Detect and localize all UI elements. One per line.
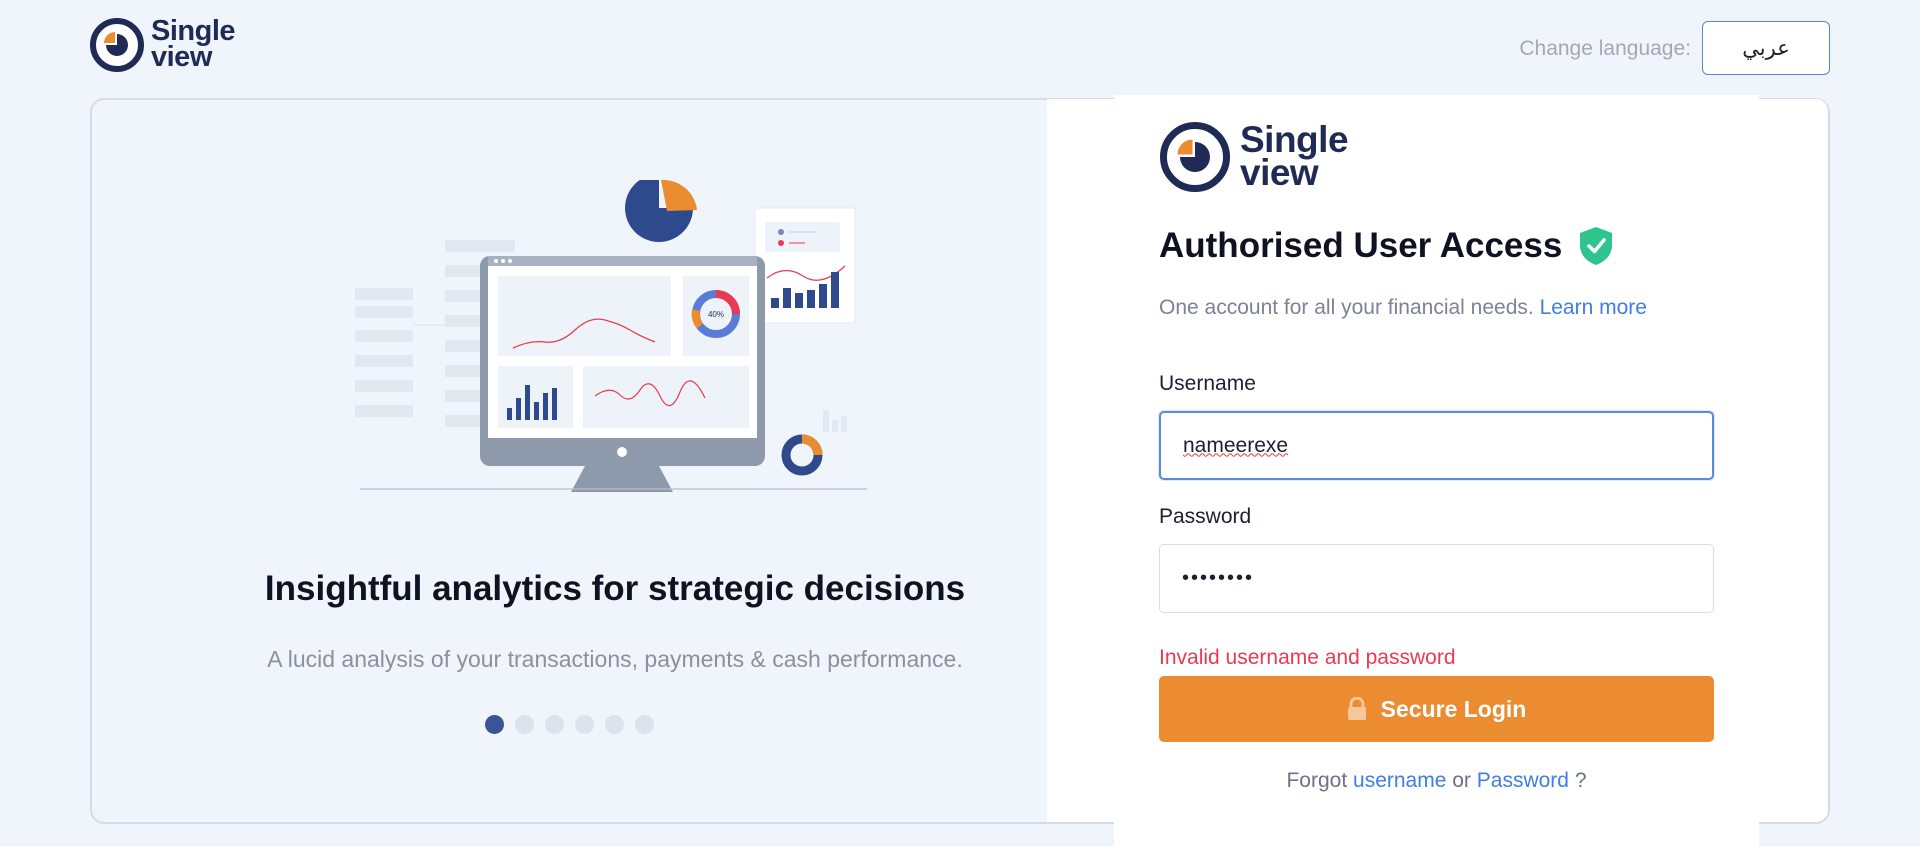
username-label: Username bbox=[1159, 372, 1256, 395]
small-donut-icon bbox=[781, 434, 823, 476]
login-tagline: One account for all your financial needs… bbox=[1159, 296, 1647, 320]
carousel-dot-5[interactable] bbox=[605, 715, 624, 734]
report-document-icon bbox=[754, 207, 856, 324]
lock-icon bbox=[1347, 697, 1366, 720]
form-brand-logo: Single view bbox=[1160, 119, 1349, 193]
verified-shield-icon bbox=[1580, 227, 1613, 265]
carousel-subtitle: A lucid analysis of your transactions, p… bbox=[267, 646, 963, 672]
analytics-illustration: 40% bbox=[355, 180, 867, 492]
forgot-username-link[interactable]: username bbox=[1353, 769, 1446, 792]
language-toggle-button[interactable]: عربي bbox=[1702, 21, 1830, 75]
donut-label: 40% bbox=[708, 310, 724, 319]
username-input[interactable]: nameerexe bbox=[1159, 411, 1714, 480]
carousel-dot-3[interactable] bbox=[545, 715, 564, 734]
carousel-dots bbox=[485, 715, 654, 734]
logo-mark-icon bbox=[90, 18, 144, 72]
carousel-dot-2[interactable] bbox=[515, 715, 534, 734]
forgot-prefix: Forgot bbox=[1286, 769, 1348, 792]
forgot-or: or bbox=[1452, 769, 1471, 792]
tagline-text: One account for all your financial needs… bbox=[1159, 296, 1534, 319]
carousel-dot-6[interactable] bbox=[635, 715, 654, 734]
secure-login-button[interactable]: Secure Login bbox=[1159, 676, 1714, 742]
password-label: Password bbox=[1159, 505, 1252, 528]
secure-login-label: Secure Login bbox=[1380, 695, 1527, 722]
carousel-title: Insightful analytics for strategic decis… bbox=[264, 569, 966, 608]
brand-logo[interactable]: Single view bbox=[90, 15, 236, 73]
carousel-dot-1[interactable] bbox=[485, 715, 504, 734]
login-heading: Authorised User Access bbox=[1159, 226, 1614, 266]
logo-text: Single view bbox=[1240, 119, 1349, 193]
password-value: •••••••• bbox=[1182, 567, 1255, 589]
password-input[interactable]: •••••••• bbox=[1159, 544, 1714, 613]
learn-more-link[interactable]: Learn more bbox=[1540, 296, 1647, 319]
error-message: Invalid username and password bbox=[1159, 646, 1456, 669]
forgot-credentials: Forgot username or Password ? bbox=[1159, 769, 1714, 793]
forgot-suffix: ? bbox=[1574, 769, 1587, 792]
login-heading-text: Authorised User Access bbox=[1159, 226, 1563, 265]
logo-mark-icon bbox=[1160, 122, 1230, 192]
username-value: nameerexe bbox=[1183, 433, 1289, 457]
change-language-label: Change language: bbox=[1519, 37, 1691, 60]
carousel-dot-4[interactable] bbox=[575, 715, 594, 734]
pie-chart-icon bbox=[625, 180, 697, 242]
forgot-password-link[interactable]: Password bbox=[1477, 769, 1569, 792]
logo-text: Single view bbox=[151, 15, 236, 73]
